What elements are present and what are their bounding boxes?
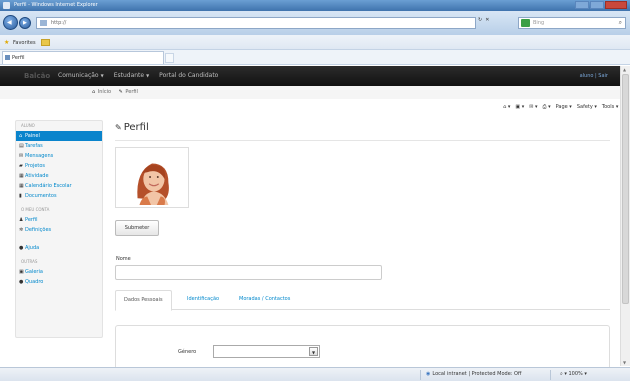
tab-pane [115,325,610,370]
page-menu[interactable]: Page ▾ [556,101,572,114]
breadcrumb-home[interactable]: Início [98,89,111,95]
forward-button[interactable] [19,17,31,29]
user-menu[interactable]: aluno | Sair [580,66,608,86]
tools-menu[interactable]: Tools ▾ [602,101,618,114]
sidebar-item-documentos[interactable]: ▮ Documentos [16,191,102,201]
tab-moradas-contactos[interactable]: Moradas / Contactos [231,290,298,310]
favorites-star-icon[interactable]: ★ [4,39,9,46]
scroll-down-icon[interactable]: ▼ [623,360,626,365]
browser-tab[interactable]: Perfil [2,51,164,64]
name-input[interactable] [115,265,382,280]
sidebar-header-outras: Outras [21,259,38,264]
caret-down-icon: ▼ [100,73,104,78]
search-placeholder: Bing [533,20,545,26]
nav-estudante[interactable]: Estudante ▼ [114,66,149,86]
divider [115,140,610,141]
status-bar: ◉ Local intranet | Protected Mode: Off ⌕ … [0,367,630,381]
stop-icon[interactable]: ✕ [485,17,489,23]
window-title-bar: Perfil - Windows Internet Explorer [0,0,630,11]
sidebar-header-aluno: Aluno [21,123,35,128]
mail-icon[interactable]: ✉ ▾ [529,101,537,114]
add-favorites-icon[interactable] [41,39,51,46]
window-title: Perfil - Windows Internet Explorer [14,2,98,8]
nav-comunicacao[interactable]: Comunicação ▼ [58,66,104,86]
minimize-button[interactable] [575,1,589,9]
sidebar-header-conta: O meu conta [21,207,50,212]
maximize-button[interactable] [590,1,604,9]
profile-tabs: Dados Pessoais Identificação Moradas / C… [115,290,610,311]
zoom-icon: ⌕ ▾ [560,371,569,377]
scroll-thumb[interactable] [622,74,629,304]
back-button[interactable] [3,15,18,30]
gender-label: Género [178,349,197,355]
home-icon: ⌂ [92,89,96,95]
address-tools: ↻ ✕ [478,17,489,23]
new-tab-button[interactable] [165,53,174,63]
favorites-button[interactable]: Favorites [13,40,36,46]
breadcrumb-current: Perfil [125,89,138,95]
sidebar-item-calendario[interactable]: ▦Calendário Escolar [16,181,102,191]
sidebar-item-ajuda[interactable]: ● Ajuda [16,243,102,253]
sidebar-item-projetos[interactable]: ▰ Projetos [16,161,102,171]
safety-menu[interactable]: Safety ▾ [577,101,597,114]
pencil-icon: ✎ [118,89,123,95]
chevron-down-icon[interactable]: ▼ [309,347,318,356]
window-controls [575,1,627,9]
command-bar: ⌂ ▾ ▣ ▾ ✉ ▾ ⎙ ▾ Page ▾ Safety ▾ Tools ▾ … [503,101,626,114]
zoom-control[interactable]: ⌕ ▾ 100% ▾ [560,368,587,381]
sidebar-item-painel[interactable]: ⌂ Painel [16,131,102,141]
scroll-up-icon[interactable]: ▲ [623,67,626,72]
caret-down-icon: ▼ [146,73,150,78]
brand[interactable]: Balcão [24,66,50,86]
search-input[interactable]: Bing ⌕ [518,17,626,29]
favorites-bar: ★ Favorites [0,35,630,50]
name-label: Nome [116,256,131,262]
page-scrollbar[interactable]: ▲ ▼ [620,66,630,366]
nav-menu: Comunicação ▼ Estudante ▼ Portal do Candid… [58,66,218,86]
security-zone[interactable]: ◉ Local intranet | Protected Mode: Off [426,368,521,381]
pencil-icon: ✎ [115,123,122,132]
sidebar-item-quadro[interactable]: ● Quadro [16,277,102,287]
gender-select[interactable]: ▼ [213,345,320,358]
app-navbar: Balcão Comunicação ▼ Estudante ▼ Portal do… [0,66,620,86]
feeds-icon[interactable]: ▣ ▾ [515,101,524,114]
tab-identificacao[interactable]: Identificação [179,290,227,310]
refresh-icon[interactable]: ↻ [478,17,482,23]
ie-app-icon [3,2,10,9]
search-icon[interactable]: ⌕ [619,18,622,28]
sidebar-item-perfil[interactable]: ♟ Perfil [16,215,102,225]
tab-dados-pessoais[interactable]: Dados Pessoais [115,290,172,311]
avatar-photo [118,150,186,205]
home-page-icon[interactable]: ⌂ ▾ [503,101,510,114]
avatar[interactable] [115,147,189,208]
page-icon [40,20,47,26]
address-toolbar: http:// ↻ ✕ Bing ⌕ [0,11,630,35]
bing-icon [521,19,530,27]
address-text: http:// [51,20,67,26]
page-title: ✎ Perfil [115,122,149,133]
address-bar[interactable]: http:// [36,17,476,29]
close-button[interactable] [605,1,627,9]
submit-button[interactable]: Submeter [115,220,159,236]
sidebar-item-tarefas[interactable]: ▤Tarefas [16,141,102,151]
sidebar-item-atividade[interactable]: ▦Atividade [16,171,102,181]
sidebar: Aluno ⌂ Painel ▤Tarefas ✉ Mensagens ▰ Proje… [15,120,103,338]
sidebar-item-mensagens[interactable]: ✉ Mensagens [16,151,102,161]
nav-portal-candidato[interactable]: Portal do Candidato [159,66,218,86]
globe-icon: ◉ [426,371,431,377]
print-icon[interactable]: ⎙ ▾ [543,101,551,114]
tab-bar: Perfil ⌂ ▾ ▣ ▾ ✉ ▾ ⎙ ▾ Page ▾ Safety ▾ T… [0,50,630,110]
breadcrumb: ⌂ Início ✎ Perfil [0,86,620,99]
sidebar-item-galeria[interactable]: ▣Galeria [16,267,102,277]
sidebar-item-definicoes[interactable]: ✲ Definições [16,225,102,235]
